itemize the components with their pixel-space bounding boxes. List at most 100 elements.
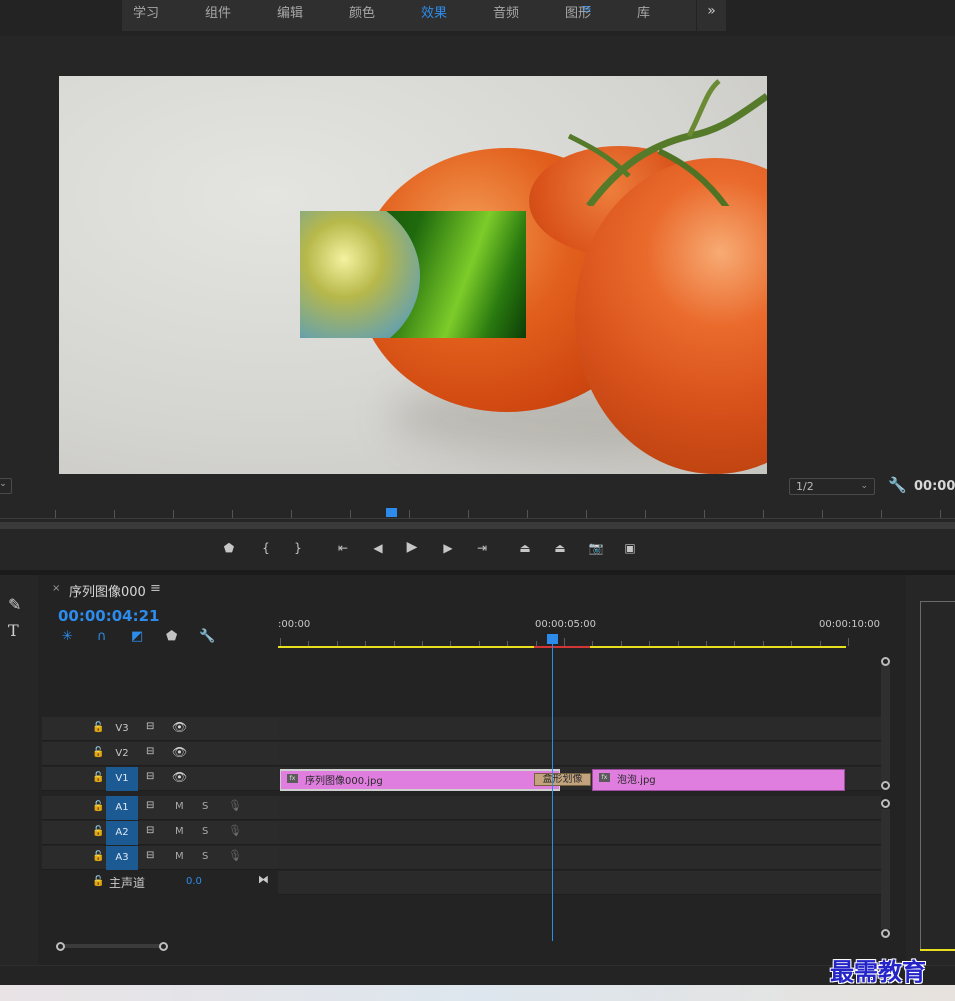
- sync-lock-icon[interactable]: ⊟: [146, 825, 154, 836]
- meter-level: [920, 949, 955, 951]
- tab-learn[interactable]: 学习: [133, 2, 159, 21]
- program-viewer[interactable]: [59, 76, 767, 474]
- master-volume-value[interactable]: 0.0: [186, 876, 202, 887]
- close-icon[interactable]: ×: [52, 583, 60, 594]
- master-track-label: 主声道: [109, 876, 146, 890]
- tab-assembly[interactable]: 组件: [205, 2, 231, 21]
- sync-lock-icon[interactable]: ⊟: [146, 850, 154, 861]
- water-bubble: [300, 211, 420, 338]
- track-area[interactable]: fx 序列图像000.jpg fx 泡泡.jpg 盒形划像: [278, 717, 881, 897]
- lock-icon[interactable]: 🔓: [92, 722, 104, 733]
- tools-panel: ✎ T: [0, 575, 38, 965]
- track-row-a1[interactable]: [278, 796, 881, 820]
- monitor-settings-wrench-icon[interactable]: 🔧: [888, 476, 907, 494]
- mute-button[interactable]: M: [175, 801, 184, 812]
- snap-nest-icon[interactable]: ✳: [62, 629, 73, 644]
- lift-icon[interactable]: ⏏: [515, 541, 535, 555]
- playhead-timecode[interactable]: 00:00:04:21: [58, 607, 160, 625]
- lock-icon[interactable]: 🔓: [92, 851, 104, 862]
- lock-icon[interactable]: 🔓: [92, 772, 104, 783]
- sync-lock-icon[interactable]: ⊟: [146, 771, 154, 782]
- scroll-handle[interactable]: [56, 942, 65, 951]
- go-to-in-icon[interactable]: ⇤: [333, 541, 353, 555]
- fit-dropdown[interactable]: ⌄: [0, 478, 12, 494]
- lock-icon[interactable]: 🔓: [92, 801, 104, 812]
- mark-in-icon[interactable]: {: [256, 541, 276, 555]
- extract-icon[interactable]: ⏏: [550, 541, 570, 555]
- mark-out-icon[interactable]: }: [288, 541, 308, 555]
- tab-graphics[interactable]: 图形: [565, 2, 591, 21]
- scroll-handle[interactable]: [159, 942, 168, 951]
- scroll-handle[interactable]: [881, 929, 890, 938]
- mute-button[interactable]: M: [175, 826, 184, 837]
- horizontal-zoom-scrollbar[interactable]: [56, 941, 880, 951]
- microphone-icon[interactable]: 🎙: [228, 799, 242, 812]
- microphone-icon[interactable]: 🎙: [228, 824, 242, 837]
- track-header-v2: 🔓 V2 ⊟ 👁: [42, 742, 278, 766]
- go-to-out-icon[interactable]: ⇥: [472, 541, 492, 555]
- sync-lock-icon[interactable]: ⊟: [146, 800, 154, 811]
- lock-icon[interactable]: 🔓: [92, 876, 104, 887]
- more-workspaces-icon[interactable]: »: [697, 0, 726, 31]
- go-to-next-edit-icon[interactable]: ⧓: [258, 873, 269, 886]
- lock-icon[interactable]: 🔓: [92, 747, 104, 758]
- tab-audio[interactable]: 音频: [493, 2, 519, 21]
- tab-editing[interactable]: 编辑: [277, 2, 303, 21]
- lock-icon[interactable]: 🔓: [92, 826, 104, 837]
- render-needed-bar: [534, 646, 590, 648]
- monitor-time-ruler[interactable]: [0, 506, 955, 522]
- tab-color[interactable]: 颜色: [349, 2, 375, 21]
- type-tool-icon[interactable]: T: [8, 621, 19, 640]
- scroll-handle[interactable]: [881, 657, 890, 666]
- panel-menu-icon[interactable]: ≡: [150, 581, 161, 596]
- eye-icon[interactable]: 👁: [172, 770, 187, 784]
- video-clip[interactable]: fx 泡泡.jpg: [592, 769, 845, 791]
- resolution-dropdown[interactable]: 1/2 ⌄: [789, 478, 875, 495]
- razor-tool-icon[interactable]: ✎: [8, 595, 21, 614]
- marker-icon[interactable]: ⬟: [219, 541, 239, 555]
- tab-libraries[interactable]: 库: [637, 2, 650, 21]
- desktop-background: [0, 985, 955, 1001]
- timeline-ruler[interactable]: :00:00 00:00:05:00 00:00:10:00: [278, 613, 884, 649]
- tab-effects[interactable]: 效果: [421, 2, 447, 21]
- track-row-v3[interactable]: [278, 717, 881, 741]
- solo-button[interactable]: S: [202, 826, 208, 837]
- workspace-tabs: 学习 组件 编辑 颜色 效果 ≡ 音频 图形 库: [122, 0, 696, 31]
- transition-clip[interactable]: 盒形划像: [534, 773, 591, 786]
- vertical-scrollbar[interactable]: [881, 657, 891, 947]
- monitor-zoom-scrollbar[interactable]: [0, 522, 955, 529]
- step-back-icon[interactable]: ◀: [368, 541, 388, 555]
- track-name[interactable]: A1: [106, 796, 138, 820]
- sync-lock-icon[interactable]: ⊟: [146, 721, 154, 732]
- add-marker-icon[interactable]: ⬟: [166, 629, 177, 644]
- scroll-handle[interactable]: [881, 781, 890, 790]
- tomato-stems: [567, 79, 767, 206]
- video-clip[interactable]: fx 序列图像000.jpg: [280, 769, 560, 791]
- step-forward-icon[interactable]: ▶: [438, 541, 458, 555]
- track-row-a2[interactable]: [278, 821, 881, 845]
- eye-icon[interactable]: 👁: [172, 720, 187, 734]
- solo-button[interactable]: S: [202, 801, 208, 812]
- play-icon[interactable]: ▶: [402, 539, 422, 555]
- sync-lock-icon[interactable]: ⊟: [146, 746, 154, 757]
- track-name[interactable]: A2: [106, 821, 138, 845]
- track-row-master[interactable]: [278, 871, 881, 895]
- eye-icon[interactable]: 👁: [172, 745, 187, 759]
- track-name[interactable]: V1: [106, 767, 138, 791]
- track-name[interactable]: V3: [106, 717, 138, 741]
- snap-icon[interactable]: ∩: [97, 629, 107, 644]
- linked-selection-icon[interactable]: ◩: [131, 629, 143, 644]
- export-frame-icon[interactable]: 📷: [586, 541, 606, 555]
- timeline-settings-wrench-icon[interactable]: 🔧: [199, 629, 215, 644]
- track-row-a3[interactable]: [278, 846, 881, 870]
- sequence-tab[interactable]: 序列图像000: [69, 581, 146, 600]
- monitor-playhead[interactable]: [386, 508, 397, 517]
- solo-button[interactable]: S: [202, 851, 208, 862]
- mute-button[interactable]: M: [175, 851, 184, 862]
- track-row-v2[interactable]: [278, 742, 881, 766]
- track-name[interactable]: V2: [106, 742, 138, 766]
- track-name[interactable]: A3: [106, 846, 138, 870]
- scroll-handle[interactable]: [881, 799, 890, 808]
- microphone-icon[interactable]: 🎙: [228, 849, 242, 862]
- comparison-view-icon[interactable]: ▣: [620, 541, 640, 555]
